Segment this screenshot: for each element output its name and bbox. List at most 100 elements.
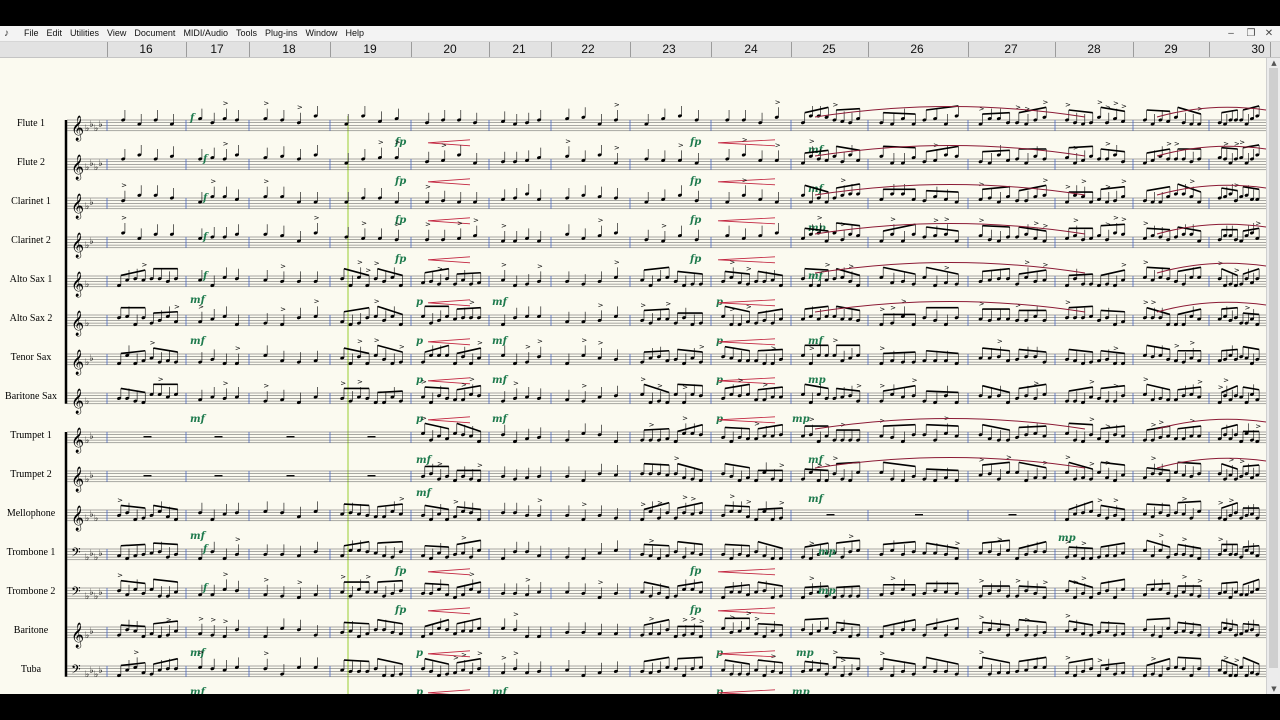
accent: > <box>1121 102 1127 110</box>
vertical-scrollbar[interactable]: ▲ ▼ <box>1266 58 1280 694</box>
clef-treble: 𝄞 <box>71 388 84 414</box>
accent: > <box>682 494 688 502</box>
app-icon[interactable]: ♪ <box>4 28 13 39</box>
key-signature-flat: ♭ <box>90 627 94 637</box>
clef-treble: 𝄞 <box>71 349 84 375</box>
menu-window[interactable]: Window <box>302 26 342 41</box>
ruler-measure-number[interactable]: 27 <box>1004 42 1017 57</box>
instrument-label[interactable]: Tenor Sax <box>0 352 62 363</box>
instrument-label[interactable]: Tuba <box>0 664 62 675</box>
scrollbar-thumb[interactable] <box>1269 68 1278 668</box>
beam <box>456 422 482 433</box>
menu-view[interactable]: View <box>103 26 130 41</box>
menu-document[interactable]: Document <box>130 26 179 41</box>
instrument-label[interactable]: Trombone 2 <box>0 586 62 597</box>
beam <box>1242 578 1260 586</box>
dynamic-mf: mf <box>492 687 509 694</box>
accent: > <box>117 572 123 580</box>
score-canvas[interactable]: 𝄞♭♭♭♭>>>>>>>>>>>>>>>>ffpfpmf𝄞♭♭♭♭>>>>>>>… <box>0 58 1266 694</box>
accent: > <box>121 214 127 222</box>
accent: > <box>395 139 401 147</box>
accent: > <box>263 382 269 390</box>
key-signature-flat: ♭ <box>99 120 103 130</box>
beam <box>456 505 481 511</box>
menu-help[interactable]: Help <box>342 26 369 41</box>
beam <box>982 461 1010 466</box>
ruler-measure-number[interactable]: 21 <box>512 42 525 57</box>
instrument-label[interactable]: Trombone 1 <box>0 547 62 558</box>
ruler-measure-number[interactable]: 30 <box>1251 42 1264 57</box>
ruler-measure-number[interactable]: 22 <box>581 42 594 57</box>
minimize-icon[interactable]: – <box>1222 26 1240 41</box>
rest <box>826 514 835 516</box>
instrument-label[interactable]: Clarinet 2 <box>0 235 62 246</box>
beam <box>120 661 146 667</box>
accent: > <box>997 338 1003 346</box>
ruler-measure-number[interactable]: 23 <box>662 42 675 57</box>
close-icon[interactable]: ✕ <box>1260 26 1278 41</box>
beam <box>836 183 860 189</box>
accent: > <box>1015 301 1021 309</box>
menu-midi-audio[interactable]: MIDI/Audio <box>179 26 232 41</box>
beam <box>1146 148 1171 154</box>
instrument-label[interactable]: Alto Sax 1 <box>0 274 62 285</box>
instrument-label[interactable]: Baritone <box>0 625 62 636</box>
accent: > <box>890 574 896 582</box>
instrument-label[interactable]: Mellophone <box>0 508 62 519</box>
instrument-label[interactable]: Alto Sax 2 <box>0 313 62 324</box>
dynamic-mf: mf <box>190 414 207 425</box>
accent: > <box>729 613 735 621</box>
ruler-measure-number[interactable]: 25 <box>822 42 835 57</box>
dynamic-mp: mp <box>796 648 814 659</box>
accent: > <box>1065 612 1071 620</box>
accent: > <box>421 378 427 386</box>
accent: > <box>682 414 688 422</box>
accent: > <box>598 339 604 347</box>
instrument-label[interactable]: Trumpet 1 <box>0 430 62 441</box>
accent: > <box>374 336 380 344</box>
instrument-label[interactable]: Trumpet 2 <box>0 469 62 480</box>
ruler-measure-number[interactable]: 16 <box>139 42 152 57</box>
instrument-label[interactable]: Flute 1 <box>0 118 62 129</box>
beam <box>724 659 750 665</box>
instrument-label[interactable]: Flute 2 <box>0 157 62 168</box>
rest <box>143 436 152 438</box>
accent: > <box>779 461 785 469</box>
instrument-label[interactable]: Clarinet 1 <box>0 196 62 207</box>
ruler-tick <box>107 42 108 57</box>
rest <box>214 475 223 477</box>
ruler-measure-number[interactable]: 24 <box>744 42 757 57</box>
beam <box>677 462 703 472</box>
instrument-label[interactable]: Baritone Sax <box>0 391 62 402</box>
menu-file[interactable]: File <box>20 26 43 41</box>
ruler-measure-number[interactable]: 18 <box>282 42 295 57</box>
ruler-measure-number[interactable]: 29 <box>1164 42 1177 57</box>
ruler-measure-number[interactable]: 20 <box>443 42 456 57</box>
menu-plug-ins[interactable]: Plug-ins <box>261 26 302 41</box>
accent: > <box>1182 573 1188 581</box>
accent: > <box>912 377 918 385</box>
menu-utilities[interactable]: Utilities <box>66 26 103 41</box>
scroll-up-icon[interactable]: ▲ <box>1267 58 1280 68</box>
ruler-measure-number[interactable]: 19 <box>363 42 376 57</box>
accent: > <box>901 297 907 305</box>
slur <box>814 418 1086 430</box>
ruler-measure-number[interactable]: 28 <box>1087 42 1100 57</box>
dynamic-f: f <box>202 544 209 555</box>
beam <box>982 224 1010 228</box>
restore-icon[interactable]: ❐ <box>1242 26 1260 41</box>
accent: > <box>1151 299 1157 307</box>
ruler-measure-number[interactable]: 26 <box>910 42 923 57</box>
accent: > <box>890 215 896 223</box>
menu-tools[interactable]: Tools <box>232 26 261 41</box>
menu-edit[interactable]: Edit <box>43 26 67 41</box>
accent: > <box>453 654 459 662</box>
accent: > <box>879 382 885 390</box>
ruler-measure-number[interactable]: 17 <box>210 42 223 57</box>
accent: > <box>775 141 781 149</box>
beam <box>804 617 829 621</box>
accent: > <box>1081 539 1087 547</box>
scroll-down-icon[interactable]: ▼ <box>1267 684 1280 694</box>
measure-ruler[interactable]: 16 17 18 19 20 21 22 23 24 25 26 27 28 29 30 <box>0 42 1280 58</box>
beam <box>1146 466 1171 472</box>
